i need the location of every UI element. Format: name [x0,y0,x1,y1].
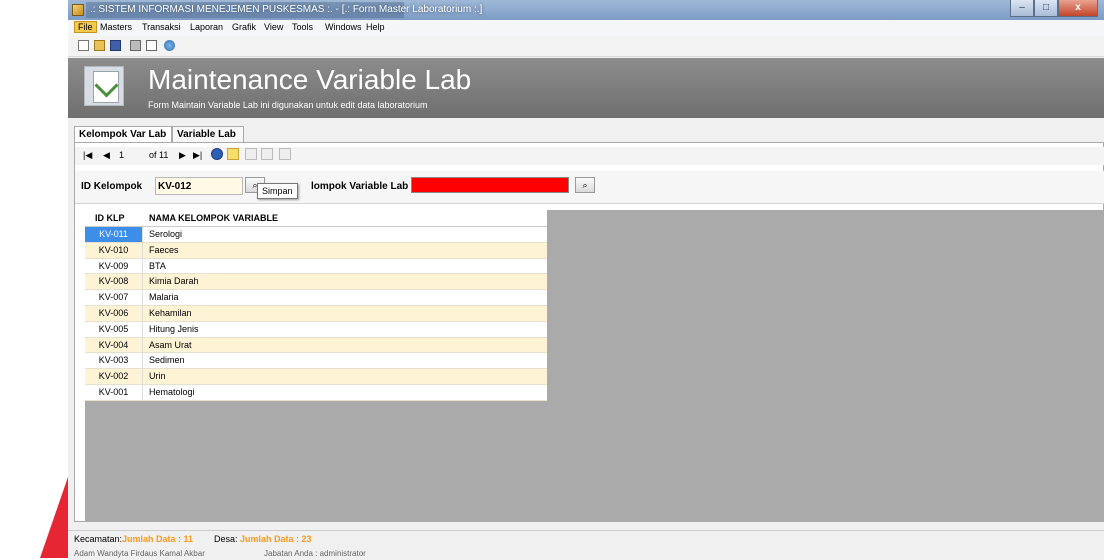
close-button[interactable]: x [1058,0,1098,17]
cell-nama-kelompok[interactable]: Urin [149,371,166,381]
grid-body: KV-011 Serologi KV-010 Faeces KV-009 BTA KV-00… [85,227,547,401]
app-icon[interactable] [72,4,84,16]
user-name: Adam Wandyta Firdaus Kamal Akbar [74,549,205,558]
cell-id-klp[interactable]: KV-010 [85,242,143,258]
menu-file[interactable]: File [74,21,97,33]
app-window: .: SISTEM INFORMASI MENEJEMEN PUSKESMAS … [68,0,1104,560]
menu-windows[interactable]: Windows [325,22,362,32]
cell-id-klp[interactable]: KV-002 [85,369,143,384]
form-header: Maintenance Variable Lab Form Maintain V… [68,58,1104,118]
open-folder-icon[interactable] [94,40,105,51]
tab-panel: |◀ ◀ 1 of 11 ▶ ▶| ID Kelompok KV-012 ⌕ l… [74,142,1104,522]
copy-icon[interactable] [245,148,257,160]
globe-icon[interactable] [164,40,175,51]
record-navigator: |◀ ◀ 1 of 11 ▶ ▶| [75,147,1104,165]
table-row[interactable]: KV-008 Kimia Darah [85,274,547,291]
desa-count: Jumlah Data : 23 [240,534,312,544]
record-count: of 11 [149,150,169,160]
data-grid: ID KLP NAMA KELOMPOK VARIABLE KV-011 Sero… [85,210,547,401]
cell-id-klp[interactable]: KV-005 [85,321,143,337]
table-row[interactable]: KV-002 Urin [85,369,547,385]
last-record-button[interactable]: ▶| [193,150,202,161]
table-row[interactable]: KV-011 Serologi [85,227,547,243]
kecamatan-label: Kecamatan: [74,534,123,544]
cell-nama-kelompok[interactable]: Kehamilan [149,308,192,318]
first-record-button[interactable]: |◀ [83,150,92,161]
tooltip-simpan: Simpan [257,183,298,199]
cell-id-klp[interactable]: KV-001 [85,384,143,400]
cell-nama-kelompok[interactable]: Faeces [149,245,179,255]
menu-bar: File Masters Transaksi Laporan Grafik Vi… [68,20,1104,36]
menu-help[interactable]: Help [366,22,385,32]
next-record-button[interactable]: ▶ [179,150,186,161]
form-title: Maintenance Variable Lab [148,64,472,95]
refresh-icon[interactable] [279,148,291,160]
add-new-icon[interactable] [211,148,223,160]
minimize-button[interactable]: – [1010,0,1034,17]
print-icon[interactable] [130,40,141,51]
window-controls: – □ x [1010,0,1098,18]
menu-transaksi[interactable]: Transaksi [142,22,181,32]
menu-view[interactable]: View [264,22,283,32]
table-row[interactable]: KV-003 Sedimen [85,353,547,370]
cell-nama-kelompok[interactable]: Serologi [149,229,182,239]
form-subtitle: Form Maintain Variable Lab ini digunakan… [148,100,428,110]
cell-nama-kelompok[interactable]: Hitung Jenis [149,324,199,334]
cell-id-klp[interactable]: KV-004 [85,337,143,353]
id-kelompok-field[interactable]: KV-012 [155,177,243,195]
table-row[interactable]: KV-004 Asam Urat [85,337,547,354]
new-file-icon[interactable] [78,40,89,51]
nama-kelompok-label: lompok Variable Lab [311,181,409,192]
save-icon[interactable] [110,40,121,51]
table-row[interactable]: KV-006 Kehamilan [85,305,547,322]
cell-id-klp[interactable]: KV-011 [85,227,143,242]
col-id-klp[interactable]: ID KLP [95,213,125,223]
cell-nama-kelompok[interactable]: Hematologi [149,387,195,397]
id-kelompok-label: ID Kelompok [81,181,143,192]
table-row[interactable]: KV-009 BTA [85,258,547,275]
cell-nama-kelompok[interactable]: Asam Urat [149,340,192,350]
desa-label: Desa: [214,534,238,544]
tab-variable-lab[interactable]: Variable Lab [172,126,244,142]
menu-masters[interactable]: Masters [100,22,132,32]
grid-background: ID KLP NAMA KELOMPOK VARIABLE KV-011 Sero… [85,210,1104,521]
kecamatan-count: Jumlah Data : 11 [122,534,194,544]
cell-id-klp[interactable]: KV-008 [85,274,143,290]
menu-tools[interactable]: Tools [292,22,313,32]
table-row[interactable]: KV-010 Faeces [85,242,547,259]
title-bar: .: SISTEM INFORMASI MENEJEMEN PUSKESMAS … [68,0,1104,20]
maximize-button[interactable]: □ [1034,0,1058,17]
search-name-button[interactable]: ⌕ [575,177,595,193]
print-preview-icon[interactable] [146,40,157,51]
cell-id-klp[interactable]: KV-006 [85,305,143,321]
window-title: .: SISTEM INFORMASI MENEJEMEN PUSKESMAS … [90,4,483,15]
search-icon: ⌕ [582,180,588,190]
tab-kelompok-var-lab[interactable]: Kelompok Var Lab [74,126,172,142]
table-row[interactable]: KV-005 Hitung Jenis [85,321,547,338]
form-logo-icon [84,66,124,106]
grid-header: ID KLP NAMA KELOMPOK VARIABLE [85,210,547,227]
toolbar [68,36,1104,57]
prev-record-button[interactable]: ◀ [103,150,110,161]
user-role: Jabatan Anda : administrator [264,549,366,558]
delete-icon[interactable] [261,148,273,160]
search-bar: ID Kelompok KV-012 ⌕ lompok Variable Lab… [75,171,1104,204]
table-row[interactable]: KV-007 Malaria [85,290,547,306]
cell-nama-kelompok[interactable]: Kimia Darah [149,276,199,286]
cell-id-klp[interactable]: KV-003 [85,353,143,369]
cell-nama-kelompok[interactable]: BTA [149,261,166,271]
cell-nama-kelompok[interactable]: Sedimen [149,355,185,365]
menu-laporan[interactable]: Laporan [190,22,223,32]
record-position[interactable]: 1 [119,150,124,160]
status-bar: Kecamatan: Jumlah Data : 11 Desa: Jumlah… [68,530,1104,547]
cell-id-klp[interactable]: KV-007 [85,290,143,305]
table-row[interactable]: KV-001 Hematologi [85,384,547,401]
save-record-icon[interactable] [227,148,239,160]
nama-kelompok-field[interactable] [411,177,569,193]
menu-grafik[interactable]: Grafik [232,22,256,32]
cell-nama-kelompok[interactable]: Malaria [149,292,179,302]
col-nama-kelompok[interactable]: NAMA KELOMPOK VARIABLE [149,213,278,223]
user-status-bar: Adam Wandyta Firdaus Kamal Akbar Jabatan… [68,548,1104,560]
cell-id-klp[interactable]: KV-009 [85,258,143,274]
